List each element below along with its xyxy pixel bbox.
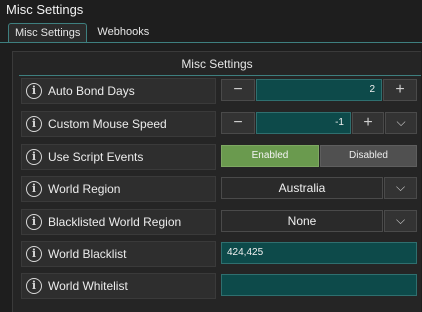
world-whitelist-label-cell: i World Whitelist: [21, 273, 216, 299]
tab-bar: Misc Settings Webhooks: [8, 23, 159, 43]
tab-misc-settings[interactable]: Misc Settings: [8, 23, 88, 43]
world-blacklist-label: World Blacklist: [48, 247, 127, 261]
enabled-toggle-button[interactable]: Enabled: [221, 145, 319, 167]
blacklisted-world-region-label: Blacklisted World Region: [48, 215, 182, 229]
info-icon[interactable]: i: [26, 246, 42, 262]
custom-mouse-speed-decrement-button[interactable]: −: [221, 112, 255, 134]
custom-mouse-speed-label: Custom Mouse Speed: [48, 117, 167, 131]
world-whitelist-label: World Whitelist: [48, 279, 128, 293]
tab-divider: [0, 42, 422, 43]
chevron-down-icon[interactable]: ⌵: [385, 112, 417, 134]
use-script-events-label: Use Script Events: [48, 150, 144, 164]
chevron-down-icon[interactable]: ⌵: [384, 210, 417, 232]
auto-bond-days-label: Auto Bond Days: [48, 84, 135, 98]
info-icon[interactable]: i: [26, 278, 42, 294]
custom-mouse-speed-increment-button[interactable]: +: [352, 112, 384, 134]
custom-mouse-speed-row: i Custom Mouse Speed − -1 + ⌵: [21, 111, 419, 137]
world-region-label-cell: i World Region: [21, 176, 216, 202]
info-icon[interactable]: i: [26, 149, 42, 165]
world-region-select[interactable]: Australia: [221, 177, 383, 199]
auto-bond-days-label-cell: i Auto Bond Days: [21, 78, 216, 104]
info-icon[interactable]: i: [26, 116, 42, 132]
blacklisted-world-region-row: i Blacklisted World Region None ⌵: [21, 209, 419, 235]
use-script-events-row: i Use Script Events Enabled Disabled: [21, 144, 419, 170]
auto-bond-days-increment-button[interactable]: +: [383, 79, 417, 101]
use-script-events-label-cell: i Use Script Events: [21, 144, 216, 170]
world-blacklist-row: i World Blacklist 424,425: [21, 241, 419, 267]
blacklisted-world-region-label-cell: i Blacklisted World Region: [21, 209, 216, 235]
panel-title: Misc Settings: [181, 57, 253, 71]
tab-webhooks[interactable]: Webhooks: [91, 23, 155, 42]
custom-mouse-speed-label-cell: i Custom Mouse Speed: [21, 111, 216, 137]
info-icon[interactable]: i: [26, 83, 42, 99]
blacklisted-world-region-select[interactable]: None: [221, 210, 383, 232]
panel-divider: [19, 75, 421, 76]
auto-bond-days-input[interactable]: 2: [256, 79, 382, 101]
misc-settings-panel: Misc Settings i Auto Bond Days − 2 + i C…: [12, 51, 421, 312]
world-whitelist-input[interactable]: [221, 274, 417, 296]
world-blacklist-label-cell: i World Blacklist: [21, 241, 216, 267]
info-icon[interactable]: i: [26, 181, 42, 197]
custom-mouse-speed-input[interactable]: -1: [256, 112, 351, 134]
window-title: Misc Settings: [6, 2, 84, 17]
disabled-toggle-button[interactable]: Disabled: [320, 145, 417, 167]
world-blacklist-input[interactable]: 424,425: [221, 242, 417, 264]
world-region-row: i World Region Australia ⌵: [21, 176, 419, 202]
world-whitelist-row: i World Whitelist: [21, 273, 419, 299]
auto-bond-days-row: i Auto Bond Days − 2 +: [21, 78, 419, 104]
world-region-label: World Region: [48, 182, 121, 196]
info-icon[interactable]: i: [26, 214, 42, 230]
auto-bond-days-decrement-button[interactable]: −: [221, 79, 255, 101]
chevron-down-icon[interactable]: ⌵: [384, 177, 417, 199]
